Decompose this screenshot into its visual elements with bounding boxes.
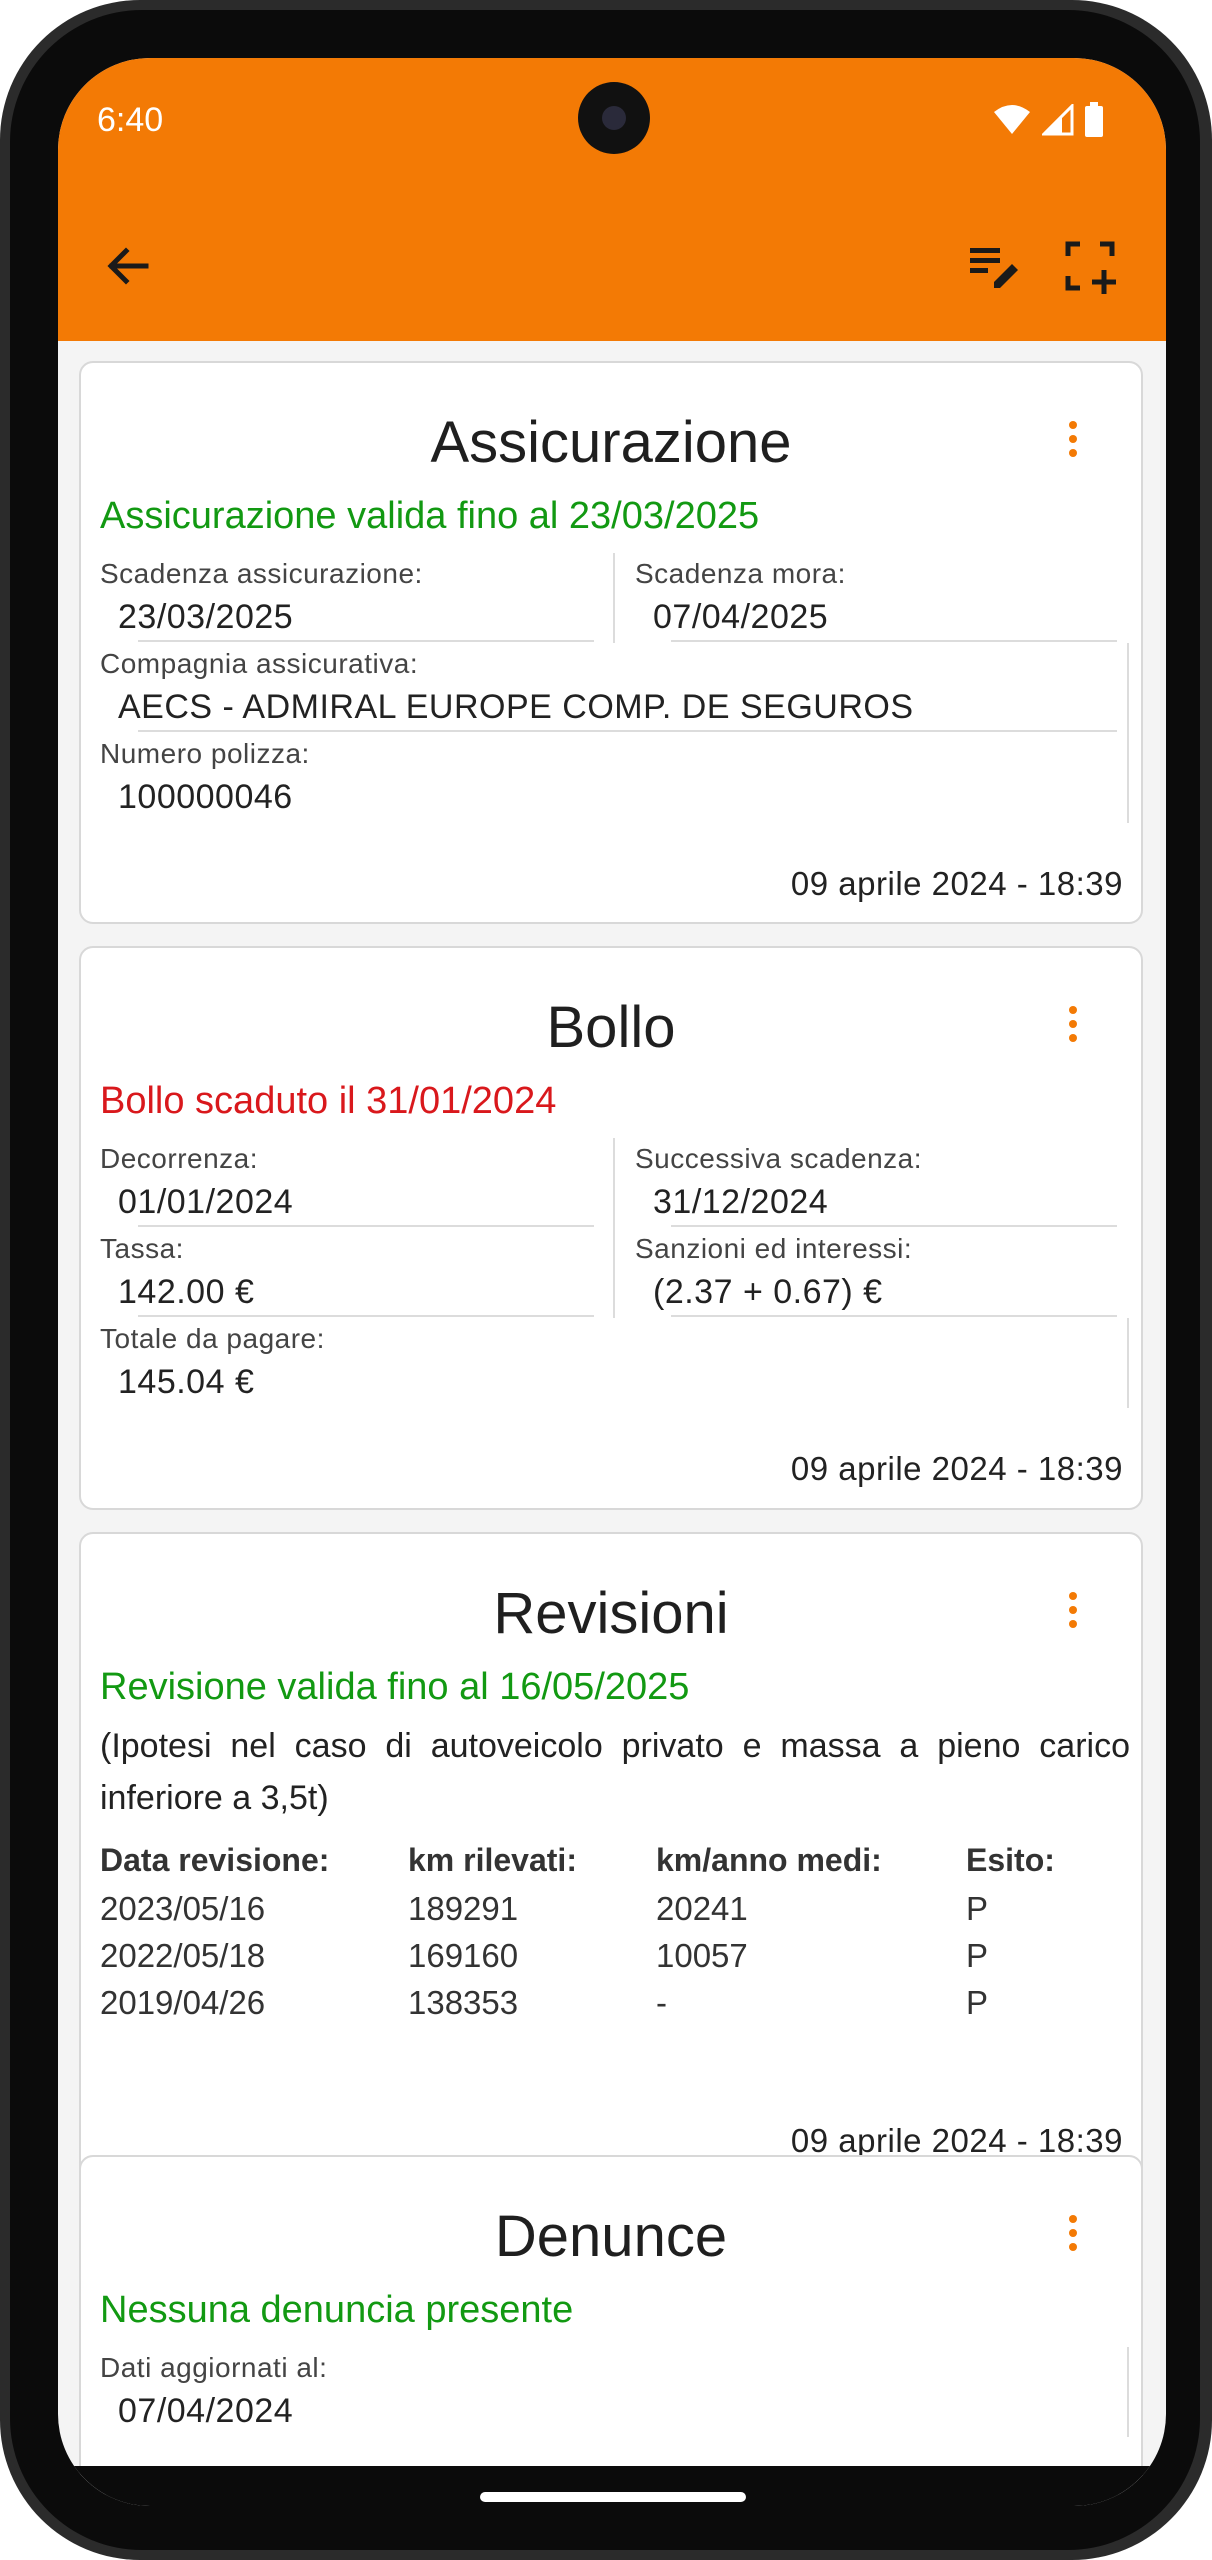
cell-date: 2023/05/16	[100, 1890, 266, 1927]
cell-km: 169160	[408, 1937, 519, 1974]
status-icons	[992, 102, 1104, 138]
tax-value: 142.00 €	[118, 1273, 255, 1311]
updated-at-label: Dati aggiornati al:	[100, 2352, 328, 2383]
grace-expiry-label: Scadenza mora:	[635, 558, 846, 589]
policy-number-label: Numero polizza:	[100, 738, 310, 769]
insurance-card: Assicurazione Assicurazione valida fino …	[79, 361, 1143, 924]
screen: 6:40 Assicurazione Assicurazione valida …	[58, 58, 1166, 2506]
divider	[671, 1225, 1117, 1227]
front-camera	[578, 82, 650, 154]
insurance-title: Assicurazione	[430, 410, 792, 475]
cell-km: 138353	[408, 1984, 519, 2021]
col-header-km: km rilevati:	[408, 1842, 577, 1878]
updated-at-value: 07/04/2024	[118, 2392, 294, 2430]
col-header-date: Data revisione:	[100, 1842, 330, 1878]
phone-bezel: 6:40 Assicurazione Assicurazione valida …	[10, 10, 1200, 2550]
divider	[138, 640, 594, 642]
road-tax-menu-icon[interactable]	[1065, 1000, 1081, 1048]
cell-date: 2022/05/18	[100, 1937, 266, 1974]
inspections-note: (Ipotesi nel caso di autoveicolo privato…	[100, 1727, 1130, 1817]
inspections-status: Revisione valida fino al 16/05/2025	[100, 1666, 690, 1708]
next-expiry-value: 31/12/2024	[653, 1183, 829, 1221]
status-time: 6:40	[97, 101, 164, 139]
cell-km-year: 20241	[656, 1890, 748, 1927]
policy-number-value: 100000046	[118, 778, 293, 816]
cell-result: P	[966, 1937, 989, 1974]
insurance-menu-icon[interactable]	[1065, 415, 1081, 463]
reports-menu-icon[interactable]	[1065, 2209, 1081, 2257]
cell-result: P	[966, 1890, 989, 1927]
divider	[671, 640, 1117, 642]
grace-expiry-value: 07/04/2025	[653, 598, 829, 636]
cell-km-year: -	[656, 1984, 667, 2021]
divider	[613, 1138, 615, 1318]
road-tax-updated: 09 aprile 2024 - 18:39	[790, 1450, 1123, 1487]
phone-frame: 6:40 Assicurazione Assicurazione valida …	[0, 0, 1212, 2560]
cell-result: P	[966, 1984, 989, 2021]
divider	[1127, 643, 1129, 823]
app-bar: 6:40	[58, 58, 1166, 341]
divider	[1127, 1318, 1129, 1408]
divider	[1127, 2347, 1129, 2437]
insurance-status: Assicurazione valida fino al 23/03/2025	[100, 495, 760, 537]
road-tax-card: Bollo Bollo scaduto il 31/01/2024 Decorr…	[79, 946, 1143, 1510]
next-expiry-label: Successiva scadenza:	[635, 1143, 923, 1174]
col-header-km-year: km/anno medi:	[656, 1842, 882, 1878]
battery-icon	[1085, 102, 1103, 137]
divider	[138, 1315, 594, 1317]
divider	[671, 1315, 1117, 1317]
edit-list-icon[interactable]	[964, 236, 1024, 296]
home-gesture-handle[interactable]	[480, 2492, 746, 2502]
total-due-value: 145.04 €	[118, 1363, 255, 1401]
reports-title: Denunce	[494, 2204, 728, 2269]
insurance-expiry-value: 23/03/2025	[118, 598, 294, 636]
total-due-label: Totale da pagare:	[100, 1323, 325, 1354]
cell-date: 2019/04/26	[100, 1984, 266, 2021]
start-date-value: 01/01/2024	[118, 1183, 294, 1221]
road-tax-title: Bollo	[546, 995, 676, 1060]
arrow-back-icon[interactable]	[98, 236, 158, 296]
divider	[613, 553, 615, 643]
signal-icon	[1042, 104, 1074, 136]
reports-status: Nessuna denuncia presente	[100, 2289, 574, 2331]
col-header-result: Esito:	[966, 1842, 1055, 1878]
penalties-value: (2.37 + 0.67) €	[653, 1273, 883, 1311]
penalties-label: Sanzioni ed interessi:	[635, 1233, 913, 1264]
reports-card: Denunce Nessuna denuncia presente Dati a…	[79, 2155, 1143, 2495]
tax-label: Tassa:	[100, 1233, 184, 1264]
wifi-icon	[994, 105, 1030, 134]
cell-km: 189291	[408, 1890, 519, 1927]
insurance-company-value: AECS - ADMIRAL EUROPE COMP. DE SEGUROS	[118, 688, 914, 726]
insurance-company-label: Compagnia assicurativa:	[100, 648, 419, 679]
crop-add-icon[interactable]	[1060, 236, 1120, 296]
cell-km-year: 10057	[656, 1937, 748, 1974]
start-date-label: Decorrenza:	[100, 1143, 259, 1174]
inspections-menu-icon[interactable]	[1065, 1586, 1081, 1634]
divider	[138, 730, 1117, 732]
inspections-card: Revisioni Revisione valida fino al 16/05…	[79, 1532, 1143, 2182]
divider	[138, 1225, 594, 1227]
insurance-expiry-label: Scadenza assicurazione:	[100, 558, 423, 589]
inspections-title: Revisioni	[493, 1581, 729, 1646]
insurance-updated: 09 aprile 2024 - 18:39	[790, 865, 1123, 902]
road-tax-status: Bollo scaduto il 31/01/2024	[100, 1080, 557, 1122]
